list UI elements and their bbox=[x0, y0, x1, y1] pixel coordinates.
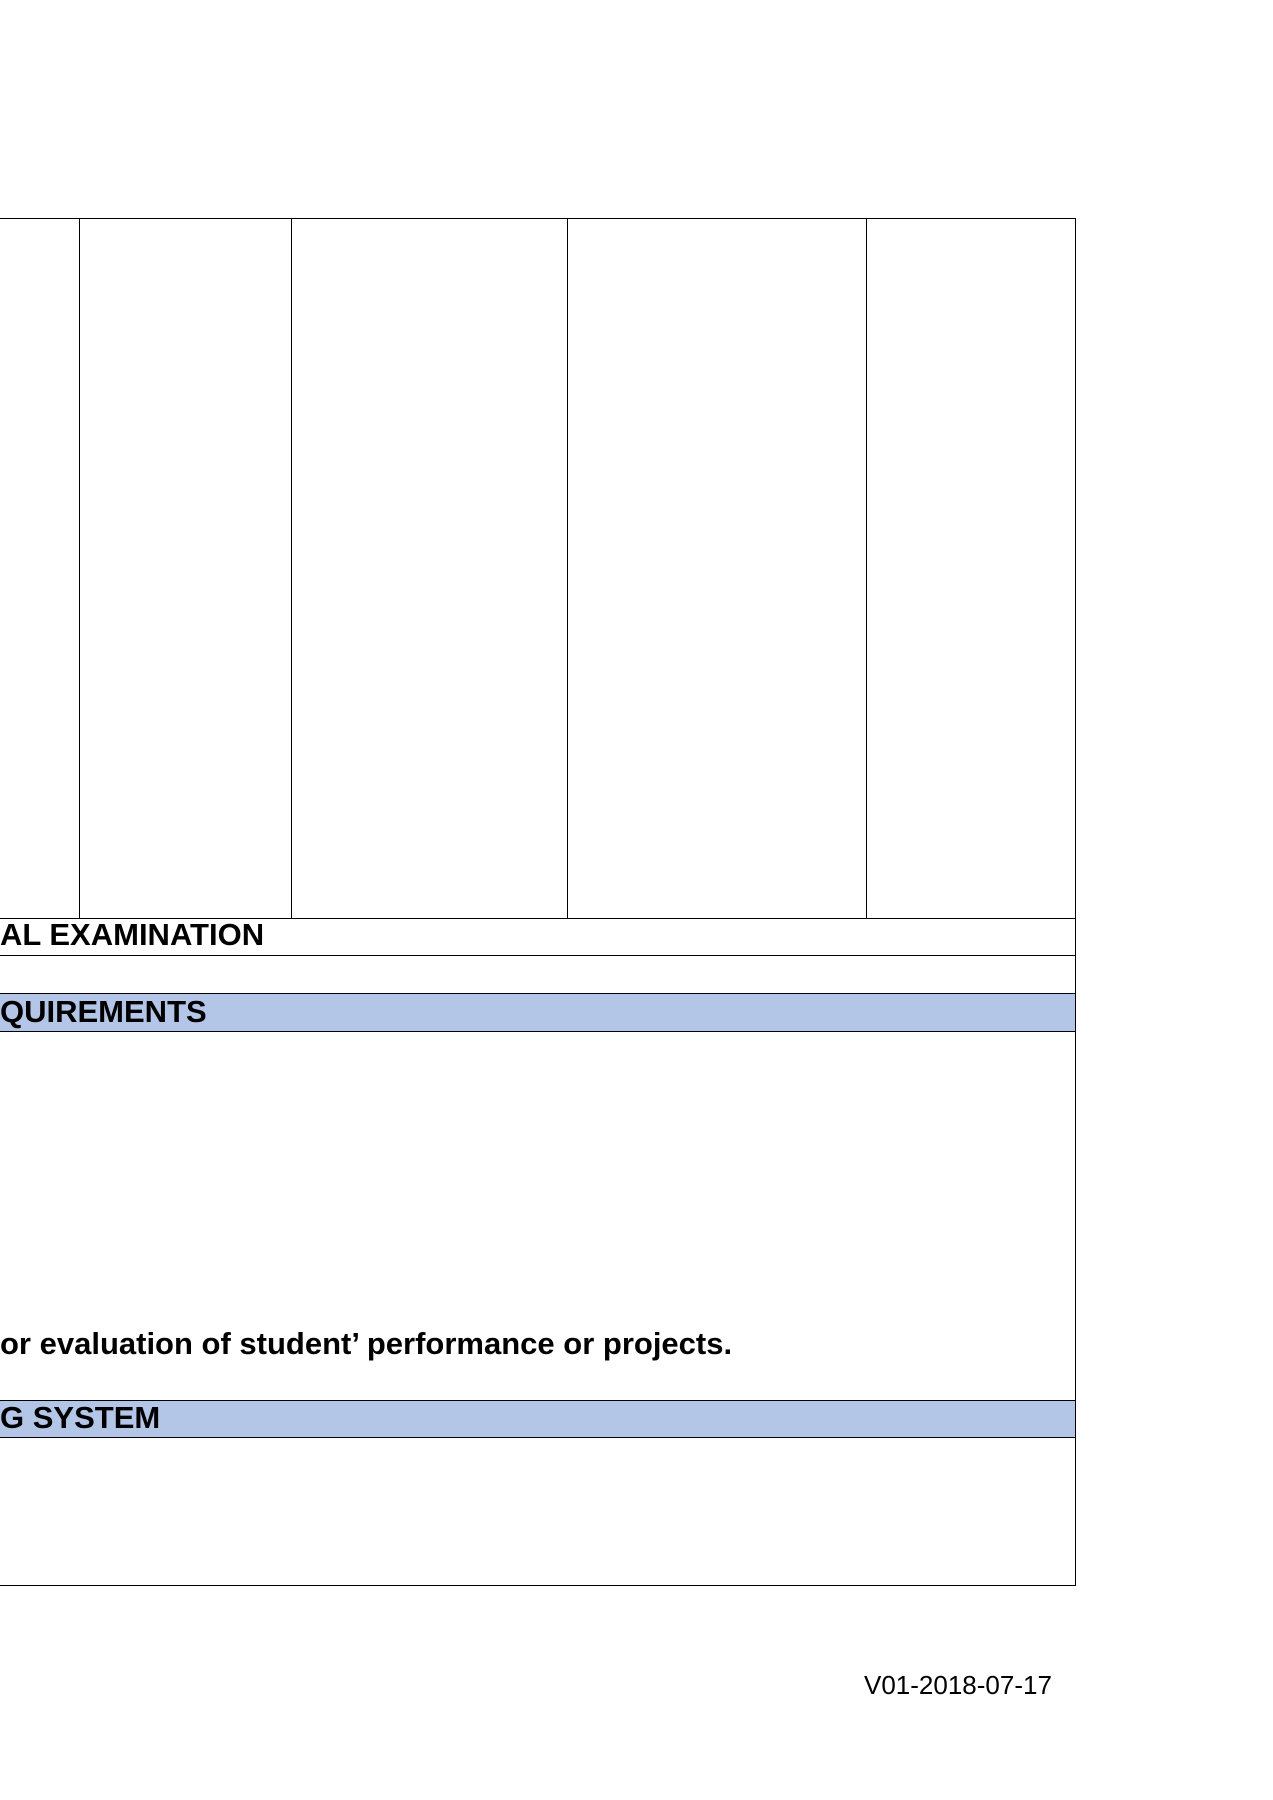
table-top-border bbox=[0, 218, 1076, 219]
grading-header-band bbox=[0, 1401, 1076, 1437]
grading-header-bottom bbox=[0, 1437, 1076, 1438]
column-divider-3 bbox=[567, 218, 568, 918]
requirements-heading: QUIREMENTS bbox=[0, 994, 207, 1029]
form-right-border bbox=[1075, 218, 1076, 1586]
column-divider-4 bbox=[866, 218, 867, 918]
grading-system-heading: G SYSTEM bbox=[0, 1400, 161, 1435]
final-examination-row-bottom bbox=[0, 955, 1076, 956]
document-version-code: V01-2018-07-17 bbox=[864, 1670, 1052, 1700]
requirements-header-bottom bbox=[0, 1031, 1076, 1032]
column-divider-2 bbox=[291, 218, 292, 918]
column-divider-1 bbox=[79, 218, 80, 918]
requirements-note: or evaluation of student’ performance or… bbox=[0, 1326, 733, 1361]
final-examination-heading: AL EXAMINATION bbox=[0, 917, 265, 952]
grading-body-bottom bbox=[0, 1585, 1076, 1586]
